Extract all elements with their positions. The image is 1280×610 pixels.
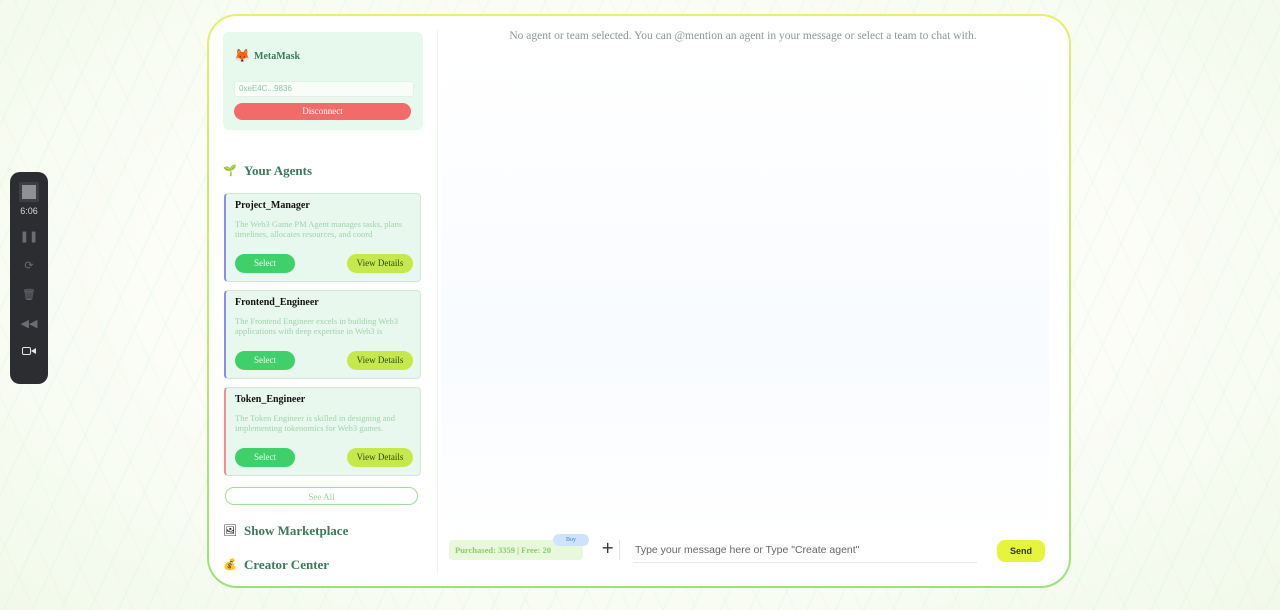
message-input[interactable]	[633, 538, 977, 563]
agent-name: Frontend_Engineer	[235, 297, 319, 308]
plus-icon[interactable]: +	[601, 538, 614, 557]
agent-card-project-manager[interactable]: Project_Manager The Web3 Game PM Agent m…	[224, 193, 421, 282]
select-agent-button[interactable]: Select	[235, 448, 295, 467]
app-window: 🦊 MetaMask 0xeE4C...9836 Disconnect 🌱 Yo…	[207, 14, 1071, 588]
agent-name: Token_Engineer	[235, 394, 306, 405]
chat-messages-area	[441, 56, 1049, 536]
screen-recorder-widget: 6:06 ❚❚ ⟳ 🗑 ◀◀	[10, 172, 48, 384]
view-details-button[interactable]: View Details	[347, 351, 413, 370]
agent-description: The Token Engineer is skilled in designi…	[235, 413, 396, 433]
marketplace-icon: 🖼	[223, 525, 237, 537]
view-details-button[interactable]: View Details	[347, 254, 413, 273]
view-details-button[interactable]: View Details	[347, 448, 413, 467]
agents-icon: 🌱	[223, 165, 237, 177]
recording-timer: 6:06	[20, 206, 38, 216]
creator-center-label: Creator Center	[244, 557, 330, 572]
agent-card-frontend-engineer[interactable]: Frontend_Engineer The Frontend Engineer …	[224, 290, 421, 379]
select-agent-button[interactable]: Select	[235, 254, 295, 273]
pause-icon[interactable]: ❚❚	[20, 229, 38, 245]
creator-center-link[interactable]: 💰 Creator Center	[223, 557, 329, 573]
agent-card-token-engineer[interactable]: Token_Engineer The Token Engineer is ski…	[224, 387, 421, 476]
restart-icon[interactable]: ⟳	[24, 258, 33, 274]
your-agents-label: Your Agents	[244, 163, 313, 178]
sidebar-divider	[437, 30, 438, 574]
chat-status-message: No agent or team selected. You can @ment…	[509, 30, 977, 42]
rewind-icon[interactable]: ◀◀	[21, 316, 38, 332]
wallet-address: 0xeE4C...9836	[234, 81, 414, 97]
agent-description: The Web3 Game PM Agent manages tasks, pl…	[235, 219, 403, 239]
trash-icon[interactable]: 🗑	[22, 287, 36, 303]
send-button[interactable]: Send	[997, 540, 1045, 562]
your-agents-heading: 🌱 Your Agents	[223, 163, 312, 179]
agent-name: Project_Manager	[235, 200, 310, 211]
metamask-fox-icon: 🦊	[234, 48, 251, 63]
wallet-name: MetaMask	[254, 50, 301, 62]
stop-icon[interactable]	[19, 182, 39, 202]
marketplace-label: Show Marketplace	[244, 523, 349, 538]
see-all-button[interactable]: See All	[225, 487, 418, 505]
money-bag-icon: 💰	[223, 559, 237, 571]
select-agent-button[interactable]: Select	[235, 351, 295, 370]
sidebar: 🦊 MetaMask 0xeE4C...9836 Disconnect 🌱 Yo…	[223, 32, 425, 572]
input-separator	[619, 540, 620, 560]
buy-credits-button[interactable]: Buy	[553, 534, 589, 546]
disconnect-button[interactable]: Disconnect	[234, 103, 411, 120]
agent-description: The Frontend Engineer excels in building…	[235, 316, 398, 336]
camera-icon[interactable]	[22, 346, 36, 356]
wallet-panel: 🦊 MetaMask 0xeE4C...9836 Disconnect	[223, 32, 423, 130]
show-marketplace-link[interactable]: 🖼 Show Marketplace	[223, 523, 348, 539]
